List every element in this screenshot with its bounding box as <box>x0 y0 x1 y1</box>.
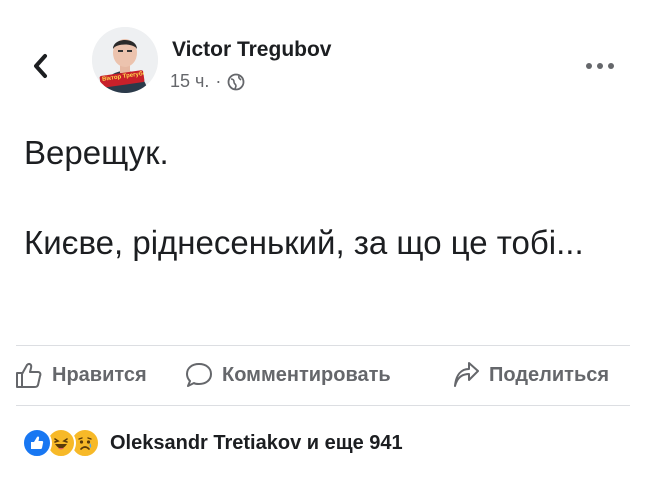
author-name[interactable]: Victor Tregubov <box>172 38 331 62</box>
share-button[interactable]: Поделиться <box>451 360 609 390</box>
thumbs-up-icon <box>16 363 42 388</box>
comment-bubble-icon <box>186 363 212 387</box>
more-options-button[interactable] <box>580 54 620 78</box>
divider-top <box>16 345 630 346</box>
globe-icon[interactable] <box>227 73 245 91</box>
avatar[interactable]: Віктор Трегубов <box>92 27 158 93</box>
like-button[interactable]: Нравится <box>14 360 147 390</box>
reactions-count-text[interactable]: Oleksandr Tretiakov и еще 941 <box>110 432 403 455</box>
chevron-left-icon <box>34 54 47 78</box>
divider-bottom <box>16 405 630 406</box>
back-button[interactable] <box>22 44 58 88</box>
like-label: Нравится <box>52 363 147 386</box>
comment-label: Комментировать <box>222 363 391 386</box>
more-dots-icon <box>586 63 592 69</box>
comment-button[interactable]: Комментировать <box>184 360 391 390</box>
meta-separator: · <box>215 71 222 91</box>
share-arrow-icon <box>454 362 479 387</box>
like-reaction-icon <box>22 428 52 458</box>
post-text: Верещук. Києве, ріднесенький, за що це т… <box>24 134 584 261</box>
post-meta: 15 ч. · <box>170 71 245 92</box>
share-label: Поделиться <box>489 363 610 386</box>
reactions-summary[interactable]: Oleksandr Tretiakov и еще 941 <box>22 428 403 458</box>
post-time[interactable]: 15 ч. <box>170 71 209 92</box>
